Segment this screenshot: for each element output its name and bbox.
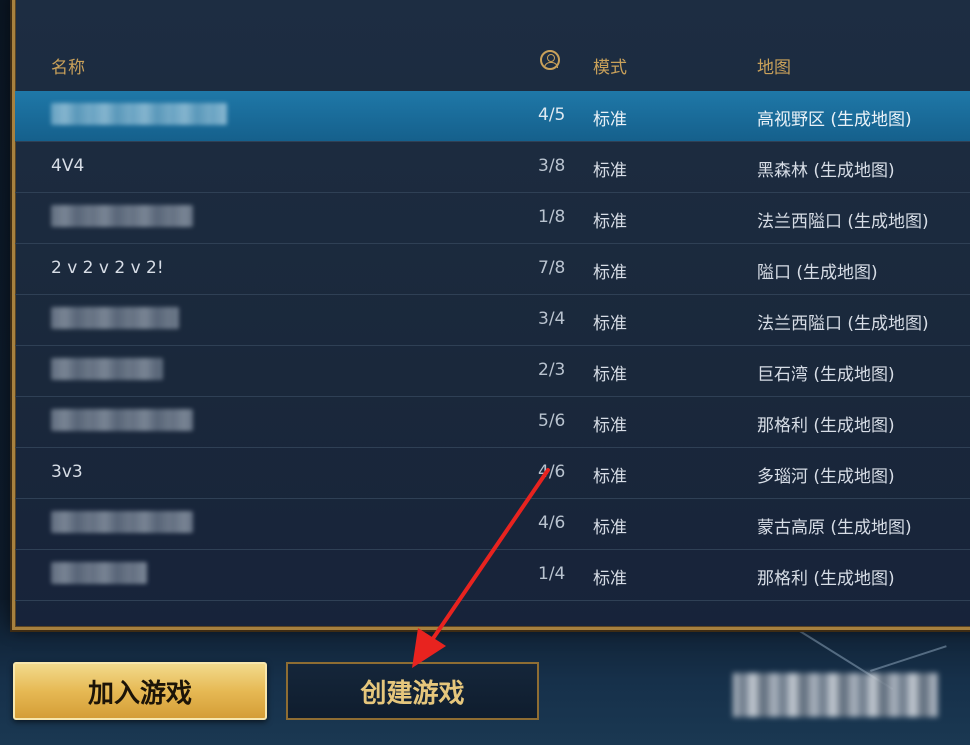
lobby-list-panel: 名称 模式 地图 4/5 标准 高视野区 (生成地图) 4V4 3/8 标准 黑森林 (生成… [12,0,970,630]
lobby-row[interactable]: 1/4 标准 那格利 (生成地图) [15,550,970,601]
blurred-lobby-name [51,307,179,329]
player-count-icon[interactable] [540,50,560,70]
blurred-region [733,673,938,717]
column-header-name[interactable]: 名称 [51,53,85,78]
blurred-lobby-name [51,511,193,533]
lobby-mode: 标准 [593,416,627,436]
blurred-lobby-name [51,409,193,431]
lobby-row[interactable]: 3/4 标准 法兰西隘口 (生成地图) [15,295,970,346]
blurred-lobby-name [51,103,227,125]
lobby-row[interactable]: 5/6 标准 那格利 (生成地图) [15,397,970,448]
lobby-mode: 标准 [593,263,627,283]
lobby-row[interactable]: 4V4 3/8 标准 黑森林 (生成地图) [15,142,970,193]
lobby-map: 巨石湾 (生成地图) [757,365,895,385]
lobby-list-header: 名称 模式 地图 [15,0,970,97]
lobby-player-count: 7/8 [538,258,566,278]
lobby-map: 多瑙河 (生成地图) [757,467,895,487]
lobby-map: 法兰西隘口 (生成地图) [757,212,929,232]
join-game-button[interactable]: 加入游戏 [13,662,267,720]
lobby-mode: 标准 [593,161,627,181]
lobby-player-count: 3/8 [538,156,566,176]
lobby-name: 3v3 [51,462,83,482]
lobby-row[interactable]: 3v3 4/6 标准 多瑙河 (生成地图) [15,448,970,499]
lobby-map: 高视野区 (生成地图) [757,110,912,130]
lobby-mode: 标准 [593,314,627,334]
lobby-mode: 标准 [593,365,627,385]
lobby-mode: 标准 [593,467,627,487]
lobby-mode: 标准 [593,110,627,130]
blurred-lobby-name [51,562,147,584]
column-header-map[interactable]: 地图 [757,53,791,78]
column-header-mode[interactable]: 模式 [593,53,627,78]
map-route-line [870,645,947,672]
lobby-mode: 标准 [593,518,627,538]
lobby-player-count: 3/4 [538,309,566,329]
lobby-map: 法兰西隘口 (生成地图) [757,314,929,334]
lobby-row[interactable]: 2/3 标准 巨石湾 (生成地图) [15,346,970,397]
lobby-row[interactable]: 4/6 标准 蒙古高原 (生成地图) [15,499,970,550]
lobby-player-count: 4/6 [538,462,566,482]
blurred-lobby-name [51,358,163,380]
lobby-list: 4/5 标准 高视野区 (生成地图) 4V4 3/8 标准 黑森林 (生成地图) 1/8 标准法… [15,91,970,601]
lobby-player-count: 4/6 [538,513,566,533]
blurred-lobby-name [51,205,193,227]
lobby-row[interactable]: 2 v 2 v 2 v 2! 7/8 标准 隘口 (生成地图) [15,244,970,295]
create-game-button[interactable]: 创建游戏 [286,662,539,720]
lobby-player-count: 4/5 [538,105,566,125]
lobby-name: 4V4 [51,156,85,176]
lobby-player-count: 5/6 [538,411,566,431]
lobby-map: 那格利 (生成地图) [757,569,895,589]
lobby-row[interactable]: 4/5 标准 高视野区 (生成地图) [15,91,970,142]
lobby-row[interactable]: 1/8 标准 法兰西隘口 (生成地图) [15,193,970,244]
lobby-map: 那格利 (生成地图) [757,416,895,436]
lobby-map: 隘口 (生成地图) [757,263,878,283]
lobby-map: 黑森林 (生成地图) [757,161,895,181]
lobby-mode: 标准 [593,212,627,232]
lobby-player-count: 2/3 [538,360,566,380]
lobby-name: 2 v 2 v 2 v 2! [51,258,164,278]
lobby-player-count: 1/8 [538,207,566,227]
lobby-mode: 标准 [593,569,627,589]
lobby-map: 蒙古高原 (生成地图) [757,518,912,538]
lobby-player-count: 1/4 [538,564,566,584]
